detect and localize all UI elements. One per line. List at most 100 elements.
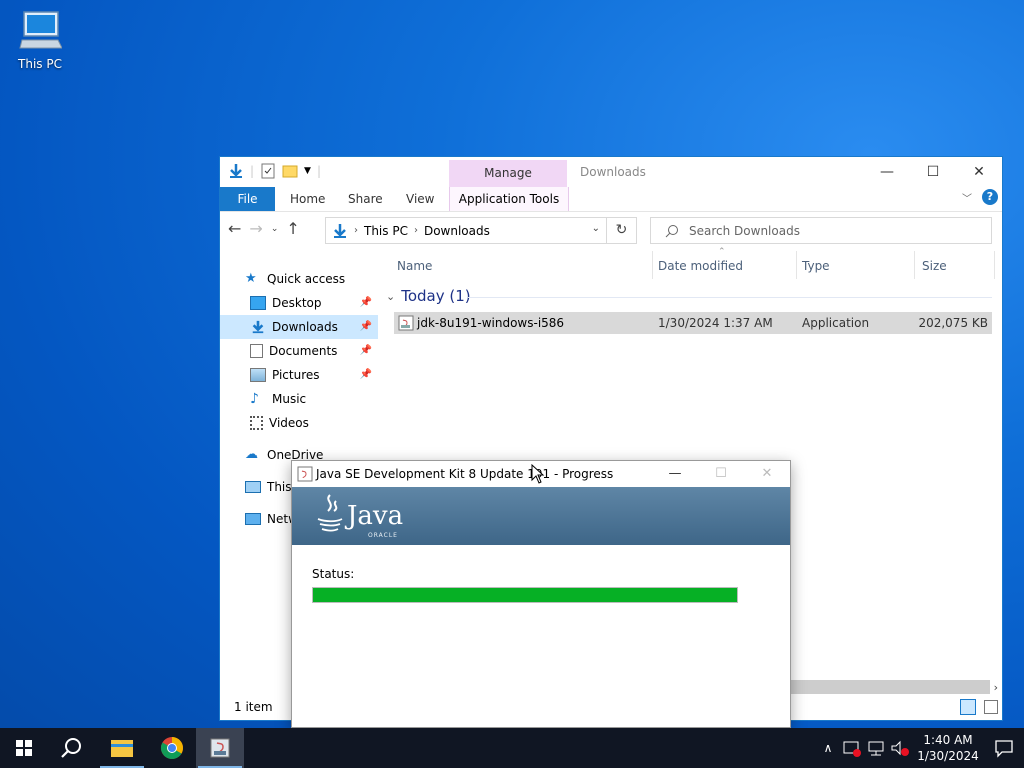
tab-manage[interactable]: Manage (449, 160, 567, 187)
taskbar-java-installer[interactable] (196, 728, 244, 768)
taskbar: ∧ 1:40 AM 1/30/2024 (0, 728, 1024, 768)
pin-icon[interactable]: 📌 (360, 321, 372, 332)
pin-icon[interactable]: 📌 (360, 345, 372, 356)
network-icon[interactable] (864, 739, 888, 757)
this-pc-icon (19, 11, 63, 49)
tab-application-tools[interactable]: Application Tools (449, 187, 569, 211)
tab-home[interactable]: Home (290, 187, 325, 211)
group-label: Today (1) (401, 287, 471, 305)
scroll-right-icon[interactable]: › (994, 681, 998, 694)
dialog-minimize-button[interactable]: — (652, 461, 698, 487)
download-arrow-icon[interactable] (228, 163, 244, 179)
search-placeholder: Search Downloads (689, 223, 800, 238)
sidebar-item-label: Desktop (272, 296, 322, 310)
star-icon: ★ (245, 271, 257, 286)
qat-separator: | (316, 164, 322, 178)
sidebar-item-quick-access[interactable]: ★ Quick access (220, 267, 378, 291)
column-date[interactable]: Date modified (658, 259, 743, 273)
search-icon (665, 224, 678, 237)
documents-icon (250, 344, 263, 358)
forward-arrow-icon[interactable]: → (249, 219, 262, 238)
taskbar-chrome[interactable] (148, 728, 196, 768)
address-bar[interactable]: › This PC › Downloads ⌄ (325, 217, 607, 244)
new-folder-icon[interactable] (282, 163, 298, 179)
details-view-icon[interactable] (960, 699, 976, 715)
tab-file[interactable]: File (220, 187, 275, 211)
system-tray: ∧ 1:40 AM 1/30/2024 (816, 728, 1024, 768)
recent-dropdown-icon[interactable]: ⌄ (271, 224, 279, 234)
file-name: jdk-8u191-windows-i586 (417, 316, 565, 330)
file-date: 1/30/2024 1:37 AM (658, 316, 773, 330)
file-explorer-icon (111, 740, 133, 757)
search-input[interactable]: Search Downloads (650, 217, 992, 244)
sidebar-item-pictures[interactable]: Pictures 📌 (220, 363, 378, 387)
installer-file-icon (398, 315, 414, 331)
sidebar-item-videos[interactable]: Videos (220, 411, 378, 435)
security-alert-icon[interactable] (840, 739, 864, 757)
volume-muted-icon[interactable] (888, 739, 912, 757)
close-button[interactable]: ✕ (956, 157, 1002, 187)
downloads-icon (252, 320, 264, 334)
up-arrow-icon[interactable]: ↑ (286, 219, 299, 238)
file-size: 202,075 KB (918, 316, 988, 330)
breadcrumb-this-pc[interactable]: This PC (364, 224, 408, 238)
pin-icon[interactable]: 📌 (360, 297, 372, 308)
breadcrumb-downloads[interactable]: Downloads (424, 224, 490, 238)
dialog-window-controls: — ☐ ✕ (652, 461, 790, 487)
large-icons-view-icon[interactable] (984, 700, 998, 714)
column-divider[interactable] (796, 251, 797, 279)
back-arrow-icon[interactable]: ← (228, 219, 241, 238)
group-header-today[interactable]: ⌄ Today (1) (386, 287, 471, 305)
help-icon[interactable]: ? (982, 189, 998, 205)
column-divider[interactable] (914, 251, 915, 279)
table-row[interactable]: jdk-8u191-windows-i586 1/30/2024 1:37 AM… (394, 312, 992, 334)
tab-share[interactable]: Share (348, 187, 383, 211)
pin-icon[interactable]: 📌 (360, 369, 372, 380)
horizontal-scrollbar[interactable] (790, 680, 990, 694)
chrome-icon (161, 737, 183, 759)
column-headers: Name Date modified ⌃ Type Size (380, 247, 1002, 279)
sidebar-item-documents[interactable]: Documents 📌 (220, 339, 378, 363)
collapse-chevron-icon[interactable]: ⌄ (386, 290, 395, 303)
column-divider[interactable] (652, 251, 653, 279)
dialog-maximize-button: ☐ (715, 466, 727, 481)
sort-indicator-icon: ⌃ (718, 247, 726, 257)
desktop-icon-this-pc[interactable]: This PC (12, 8, 68, 71)
properties-icon[interactable] (260, 163, 276, 179)
chevron-right-icon: › (413, 225, 418, 236)
desktop-folder-icon (250, 296, 266, 310)
sidebar-item-label: Quick access (267, 272, 346, 286)
notifications-icon[interactable] (984, 738, 1024, 758)
quick-access-toolbar: | ▼ | (228, 163, 321, 179)
maximize-button[interactable]: ☐ (910, 157, 956, 187)
minimize-button[interactable]: — (864, 157, 910, 187)
column-name[interactable]: Name (397, 259, 432, 273)
clock-time: 1:40 AM (923, 733, 973, 747)
navigation-bar: ← → ⌄ ↑ › This PC › Downloads ⌄ ↻ Search… (220, 215, 1002, 247)
column-divider[interactable] (994, 251, 995, 279)
videos-icon (250, 416, 263, 430)
qat-dropdown-icon[interactable]: ▼ (304, 166, 311, 176)
window-title: Downloads (580, 165, 646, 179)
address-dropdown-icon[interactable]: ⌄ (592, 223, 600, 234)
sidebar-item-downloads[interactable]: Downloads 📌 (220, 315, 378, 339)
dialog-title: Java SE Development Kit 8 Update 191 - P… (316, 467, 614, 481)
this-pc-icon (245, 481, 261, 493)
column-size[interactable]: Size (922, 259, 947, 273)
ribbon-tabs: File Home Share View Application Tools ﹀… (220, 187, 1002, 212)
sidebar-item-desktop[interactable]: Desktop 📌 (220, 291, 378, 315)
search-button[interactable] (48, 728, 96, 768)
refresh-button[interactable]: ↻ (607, 217, 637, 244)
start-button[interactable] (0, 728, 48, 768)
java-logo-icon (317, 494, 343, 532)
clock[interactable]: 1:40 AM 1/30/2024 (912, 732, 984, 764)
tab-view[interactable]: View (406, 187, 434, 211)
expand-ribbon-icon[interactable]: ﹀ (962, 190, 972, 205)
file-type: Application (802, 316, 870, 330)
java-banner: Java ORACLE (292, 487, 790, 545)
column-type[interactable]: Type (802, 259, 830, 273)
sidebar-item-music[interactable]: ♪ Music (220, 387, 378, 411)
nav-arrows: ← → ⌄ ↑ (228, 219, 300, 238)
taskbar-file-explorer[interactable] (98, 728, 146, 768)
show-hidden-icons-icon[interactable]: ∧ (816, 741, 840, 755)
